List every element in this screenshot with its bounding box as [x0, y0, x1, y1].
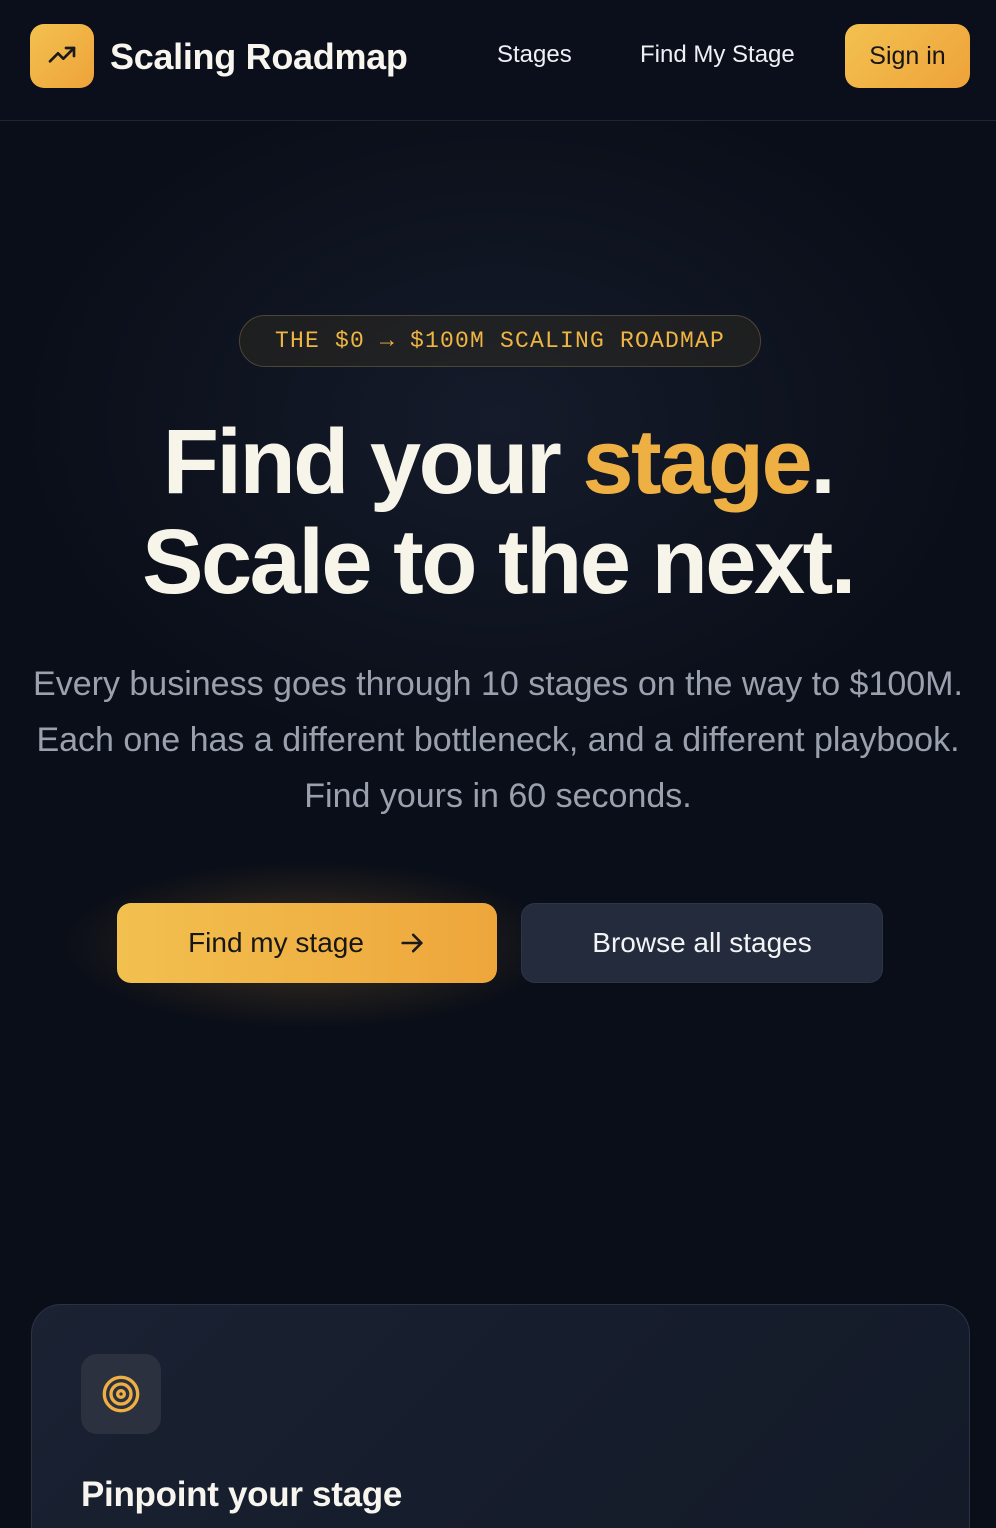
browse-all-stages-button[interactable]: Browse all stages — [521, 903, 883, 983]
landing-page: Scaling Roadmap Stages Find My Stage Sig… — [0, 0, 996, 1528]
card-icon-box — [81, 1354, 161, 1434]
nav-link-stages[interactable]: Stages — [497, 41, 572, 69]
hero-subtext: Every business goes through 10 stages on… — [33, 665, 963, 815]
headline-line-2: Scale to the next. — [142, 511, 856, 613]
logo[interactable] — [30, 24, 94, 88]
top-navbar: Scaling Roadmap Stages Find My Stage Sig… — [0, 0, 996, 121]
headline-accent: stage — [582, 411, 812, 513]
hero-headline: Find your stage. Scale to the next. — [0, 412, 996, 612]
trending-up-icon — [48, 46, 76, 63]
sign-in-button[interactable]: Sign in — [845, 24, 970, 88]
headline-part-1: Find your — [162, 411, 583, 513]
eyebrow-badge: THE $0 → $100M SCALING ROADMAP — [239, 315, 761, 367]
arrow-right-icon — [401, 933, 423, 953]
find-my-stage-button[interactable]: Find my stage — [117, 903, 497, 983]
brand-name[interactable]: Scaling Roadmap — [110, 36, 408, 78]
find-my-stage-label: Find my stage — [188, 927, 364, 958]
nav-link-find-my-stage[interactable]: Find My Stage — [640, 41, 795, 69]
card-title: Pinpoint your stage — [81, 1475, 402, 1514]
headline-part-2: . — [810, 411, 836, 513]
target-icon — [102, 1375, 140, 1413]
feature-card: Pinpoint your stage — [31, 1304, 970, 1528]
